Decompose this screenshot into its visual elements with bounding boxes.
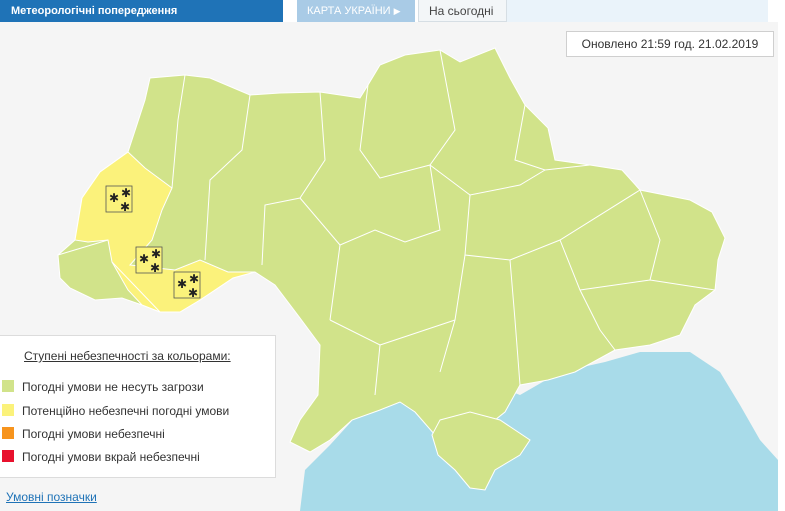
legend-swatch: [2, 404, 14, 416]
play-arrow-icon: ▶: [393, 6, 401, 16]
warning-marker-ivano-frankivsk[interactable]: ✱ ✱ ✱: [135, 246, 163, 275]
warning-marker-chernivtsi[interactable]: ✱ ✱ ✱: [173, 271, 201, 300]
tab-bar-filler: [507, 0, 768, 22]
updated-timestamp: Оновлено 21:59 год. 21.02.2019: [566, 31, 774, 57]
snow-icon: ✱: [150, 261, 160, 275]
legend-item-label: Потенційно небезпечні погодні умови: [22, 404, 230, 418]
tab-today[interactable]: На сьогодні: [418, 0, 507, 22]
tab-ukraine-map-label: КАРТА УКРАЇНИ: [307, 5, 391, 17]
snow-icon: ✱: [151, 247, 161, 261]
legend-item-label: Погодні умови не несуть загрози: [22, 380, 204, 394]
snow-icon: ✱: [120, 200, 130, 214]
snow-icon: ✱: [139, 252, 149, 266]
legend-swatch: [2, 450, 14, 462]
snow-icon: ✱: [189, 272, 199, 286]
legend-panel: Ступені небезпечності за кольорами: Пого…: [0, 335, 276, 478]
snow-icon: ✱: [121, 186, 131, 200]
conventions-link[interactable]: Умовні позначки: [6, 490, 97, 504]
tab-ukraine-map[interactable]: КАРТА УКРАЇНИ ▶: [297, 0, 415, 22]
snow-icon: ✱: [109, 191, 119, 205]
legend-title: Ступені небезпечності за кольорами:: [24, 349, 231, 363]
warning-marker-lviv[interactable]: ✱ ✱ ✱: [105, 185, 133, 214]
page-title: Метеорологічні попередження: [0, 0, 283, 22]
legend-item-label: Погодні умови небезпечні: [22, 427, 165, 441]
legend-swatch: [2, 427, 14, 439]
header-bar: Метеорологічні попередження КАРТА УКРАЇН…: [0, 0, 768, 22]
snow-icon: ✱: [177, 277, 187, 291]
legend-item-label: Погодні умови вкрай небезпечні: [22, 450, 200, 464]
snow-icon: ✱: [188, 286, 198, 300]
legend-swatch: [2, 380, 14, 392]
